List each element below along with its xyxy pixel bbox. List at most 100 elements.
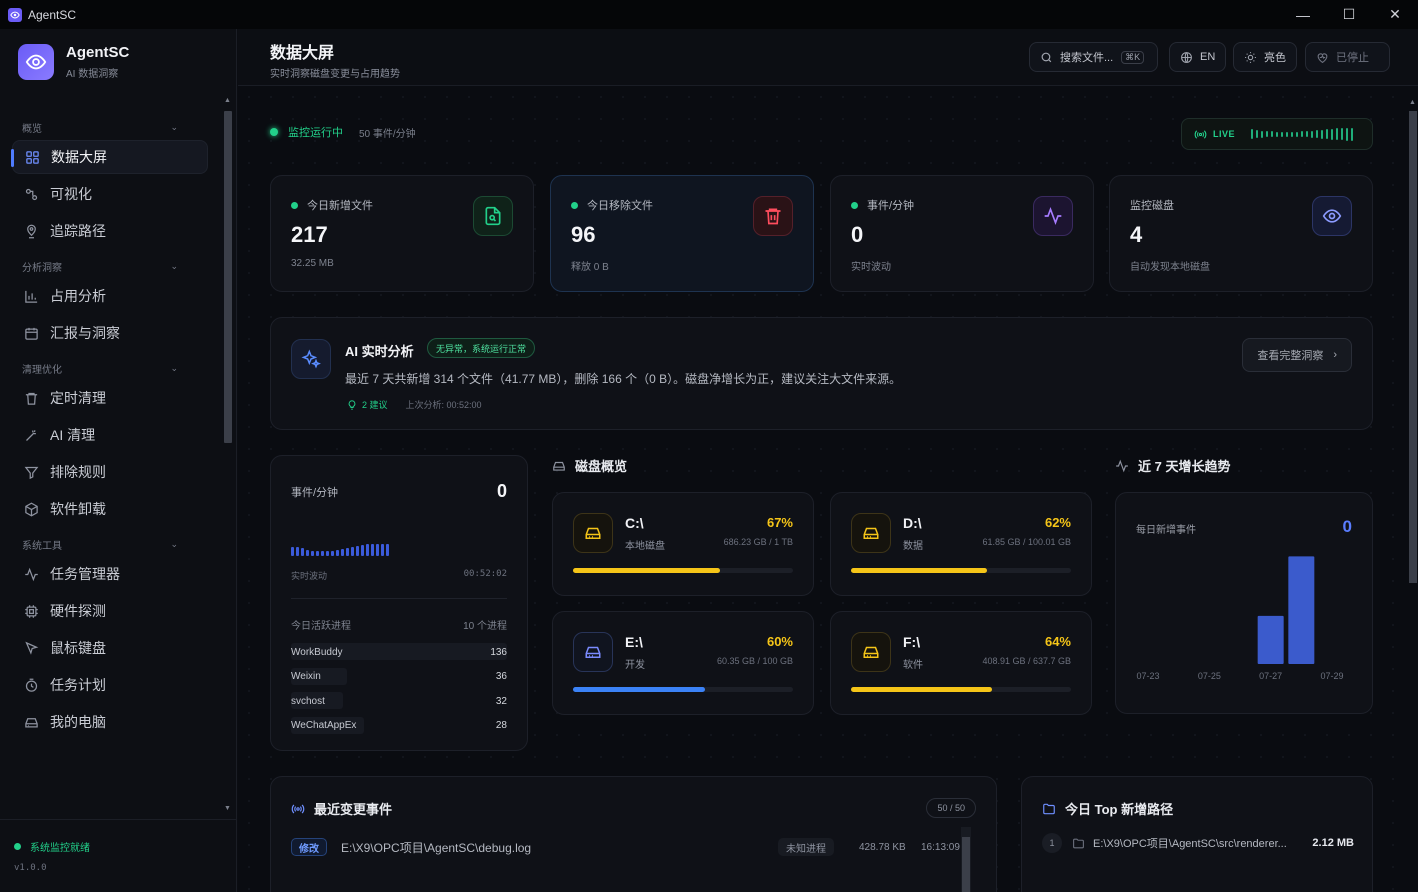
trend-bar[interactable]: [1288, 556, 1315, 664]
disk-card[interactable]: F:\ 软件 64% 408.91 GB / 637.7 GB: [830, 611, 1092, 715]
stop-button[interactable]: 已停止: [1305, 42, 1390, 72]
main-scrollbar[interactable]: ▲: [1408, 99, 1418, 889]
live-waveform: [1251, 126, 1356, 142]
scrollbar-thumb[interactable]: [1409, 111, 1417, 583]
stat-value: 96: [571, 222, 596, 247]
disk-type: 本地磁盘: [625, 541, 665, 552]
nav-section-tools[interactable]: 系统工具 ⌄: [0, 534, 222, 554]
sidebar-item-label: 汇报与洞察: [50, 325, 120, 341]
sidebar-item-label: 任务管理器: [50, 566, 120, 582]
sun-icon: [1244, 51, 1257, 64]
scrollbar-thumb[interactable]: [962, 837, 970, 892]
nav-section-overview[interactable]: 概览 ⌄: [0, 117, 222, 137]
recent-events-card: 最近变更事件 50 / 50 修改 E:\X9\OPC项目\AgentSC\de…: [270, 776, 997, 892]
stat-card-disks: 监控磁盘 4 自动发现本地磁盘: [1109, 175, 1373, 292]
broadcast-icon: [291, 802, 305, 816]
sidebar-item-label: 软件卸载: [50, 501, 106, 517]
sidebar-scrollbar[interactable]: ▲ ▼: [222, 97, 234, 817]
nav-section-analysis[interactable]: 分析洞察 ⌄: [0, 256, 222, 276]
wave-bar: [301, 548, 304, 556]
list-item[interactable]: 1 E:\X9\OPC项目\AgentSC\src\renderer... 2.…: [1042, 832, 1354, 854]
events-time: 00:52:02: [463, 569, 507, 579]
list-item[interactable]: svchost 32: [291, 689, 507, 714]
sidebar-item-task-manager[interactable]: 任务管理器: [12, 557, 208, 591]
chevron-down-icon: ⌄: [170, 362, 178, 373]
scroll-up-icon[interactable]: ▲: [224, 97, 231, 104]
scroll-up-icon[interactable]: ▲: [1409, 99, 1416, 106]
disk-card[interactable]: E:\ 开发 60% 60.35 GB / 100 GB: [552, 611, 814, 715]
suggestions-link[interactable]: 2 建议: [347, 398, 388, 411]
disk-name: C:\: [625, 515, 644, 531]
wave-bar: [1306, 131, 1309, 137]
sidebar-item-report[interactable]: 汇报与洞察: [12, 316, 208, 350]
close-button[interactable]: ✕: [1372, 0, 1418, 29]
list-item[interactable]: WorkBuddy 136: [291, 640, 507, 665]
list-item[interactable]: WeChatAppEx 28: [291, 714, 507, 739]
sidebar-item-label: 硬件探测: [50, 603, 106, 619]
trend-title: 近 7 天增长趋势: [1115, 456, 1230, 475]
x-tick-label: 07-27: [1259, 671, 1282, 681]
event-type-tag: 修改: [291, 838, 327, 856]
disk-card[interactable]: D:\ 数据 62% 61.85 GB / 100.01 GB: [830, 492, 1092, 596]
sidebar-item-label: 可视化: [50, 186, 92, 202]
sidebar-item-track[interactable]: 追踪路径: [12, 214, 208, 248]
stat-sub: 实时波动: [851, 262, 891, 273]
view-insights-button[interactable]: 查看完整洞察 ›: [1242, 338, 1352, 372]
sidebar-item-visual[interactable]: 可视化: [12, 177, 208, 211]
brand-subtitle: AI 数据洞察: [66, 69, 119, 80]
sidebar-item-ai-clean[interactable]: AI 清理: [12, 418, 208, 452]
disk-percent: 67%: [766, 515, 793, 530]
sidebar-item-label: 追踪路径: [50, 223, 106, 239]
scroll-down-icon[interactable]: ▼: [224, 805, 231, 812]
sidebar-item-dashboard[interactable]: 数据大屏: [11, 140, 208, 174]
event-path: E:\X9\OPC项目\AgentSC\debug.log: [341, 840, 532, 855]
sidebar-item-scheduled-clean[interactable]: 定时清理: [12, 381, 208, 415]
sidebar-item-usage[interactable]: 占用分析: [12, 279, 208, 313]
maximize-button[interactable]: ☐: [1326, 0, 1372, 29]
disk-usage-track: [573, 687, 793, 692]
folder-icon: [1042, 802, 1056, 816]
pointer-icon: [22, 639, 40, 657]
search-button[interactable]: 搜索文件... ⌘K: [1029, 42, 1158, 72]
page-subtitle: 实时洞察磁盘变更与占用趋势: [270, 69, 400, 80]
sidebar-item-label: 任务计划: [50, 677, 106, 693]
recent-scrollbar[interactable]: [961, 827, 971, 892]
sidebar-item-exclude[interactable]: 排除规则: [12, 455, 208, 489]
process-name: Weixin: [291, 671, 321, 683]
nav-section-cleanup[interactable]: 清理优化 ⌄: [0, 358, 222, 378]
list-item[interactable]: Weixin 36: [291, 665, 507, 690]
sidebar-item-task-schedule[interactable]: 任务计划: [12, 668, 208, 702]
stat-value: 0: [851, 222, 864, 247]
x-tick-label: 07-29: [1320, 671, 1343, 681]
chevron-down-icon: ⌄: [170, 260, 178, 271]
disk-card[interactable]: C:\ 本地磁盘 67% 686.23 GB / 1 TB: [552, 492, 814, 596]
dashboard-content: 监控运行中 50 事件/分钟 LIVE 今日新增文件 217 32.25 MB …: [238, 86, 1406, 892]
disk-size: 686.23 GB / 1 TB: [723, 537, 793, 547]
hard-drive-icon: [573, 632, 613, 672]
sidebar-item-my-computer[interactable]: 我的电脑: [12, 705, 208, 739]
sidebar-item-label: 定时清理: [50, 390, 106, 406]
status-badge: 无异常，系统运行正常: [427, 338, 536, 358]
event-count-badge: 50 / 50: [926, 798, 976, 818]
wave-bar: [336, 550, 339, 556]
sidebar-item-hardware[interactable]: 硬件探测: [12, 594, 208, 628]
trend-bar[interactable]: [1257, 615, 1284, 664]
table-row[interactable]: 修改 E:\X9\OPC项目\AgentSC\debug.log 未知进程 42…: [291, 837, 981, 857]
scrollbar-thumb[interactable]: [224, 111, 232, 443]
sidebar-item-mouse-keyboard[interactable]: 鼠标键盘: [12, 631, 208, 665]
language-button[interactable]: EN: [1169, 42, 1226, 72]
events-card: 事件/分钟 0 实时波动 00:52:02 今日活跃进程 10 个进程 WorkBu…: [270, 455, 528, 751]
lightbulb-icon: [347, 399, 357, 410]
disk-size: 408.91 GB / 637.7 GB: [982, 656, 1071, 666]
stat-card-added: 今日新增文件 217 32.25 MB: [270, 175, 534, 292]
minimize-button[interactable]: —: [1280, 0, 1326, 29]
process-name: WeChatAppEx: [291, 720, 357, 732]
top-paths-card: 今日 Top 新增路径 1 E:\X9\OPC项目\AgentSC\src\re…: [1021, 776, 1373, 892]
wave-bar: [346, 548, 349, 556]
theme-button[interactable]: 亮色: [1233, 42, 1297, 72]
disk-usage-track: [573, 568, 793, 573]
main-area: 数据大屏 实时洞察磁盘变更与占用趋势 搜索文件... ⌘K EN 亮色 已停止 …: [238, 29, 1418, 892]
wave-bar: [1266, 131, 1269, 137]
disk-usage-track: [851, 568, 1071, 573]
sidebar-item-uninstall[interactable]: 软件卸载: [12, 492, 208, 526]
